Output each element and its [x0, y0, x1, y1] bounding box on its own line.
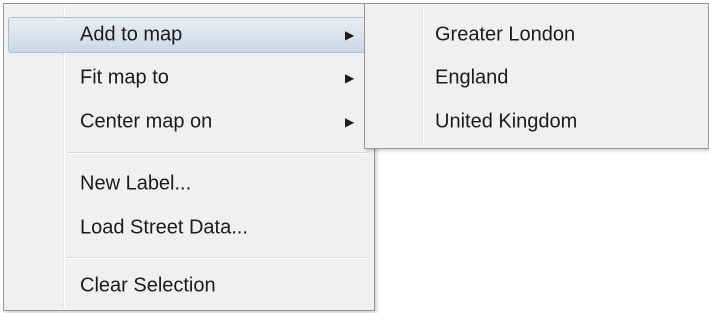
menu-item-label: Load Street Data...: [80, 216, 248, 239]
menu-item-add-to-map[interactable]: Add to map ▶: [8, 17, 370, 53]
submenu-item-greater-london[interactable]: Greater London: [369, 17, 704, 53]
menu-item-load-street-data[interactable]: Load Street Data...: [8, 210, 370, 246]
submenu-item-england[interactable]: England: [369, 60, 704, 96]
submenu-arrow-icon: ▶: [345, 115, 355, 129]
submenu-arrow-icon: ▶: [345, 28, 355, 42]
context-menu: Add to map ▶ Fit map to ▶ Center map on …: [3, 3, 375, 311]
submenu-arrow-icon: ▶: [345, 71, 355, 85]
menu-item-clear-selection[interactable]: Clear Selection: [8, 268, 370, 304]
menu-separator: [67, 257, 368, 259]
menu-separator: [67, 152, 368, 154]
menu-item-fit-map-to[interactable]: Fit map to ▶: [8, 60, 370, 96]
submenu-item-united-kingdom[interactable]: United Kingdom: [369, 104, 704, 140]
menu-item-label: Center map on: [80, 110, 213, 133]
submenu-item-label: United Kingdom: [435, 110, 578, 133]
menu-item-label: Add to map: [80, 23, 183, 46]
submenu-item-label: England: [435, 66, 509, 89]
menu-item-center-map-on[interactable]: Center map on ▶: [8, 104, 370, 140]
menu-item-label: Fit map to: [80, 66, 169, 89]
menu-item-label: Clear Selection: [80, 274, 216, 297]
submenu-item-label: Greater London: [435, 23, 576, 46]
add-to-map-submenu: Greater London England United Kingdom: [364, 3, 709, 149]
menu-item-label: New Label...: [80, 172, 192, 195]
menu-item-new-label[interactable]: New Label...: [8, 166, 370, 202]
